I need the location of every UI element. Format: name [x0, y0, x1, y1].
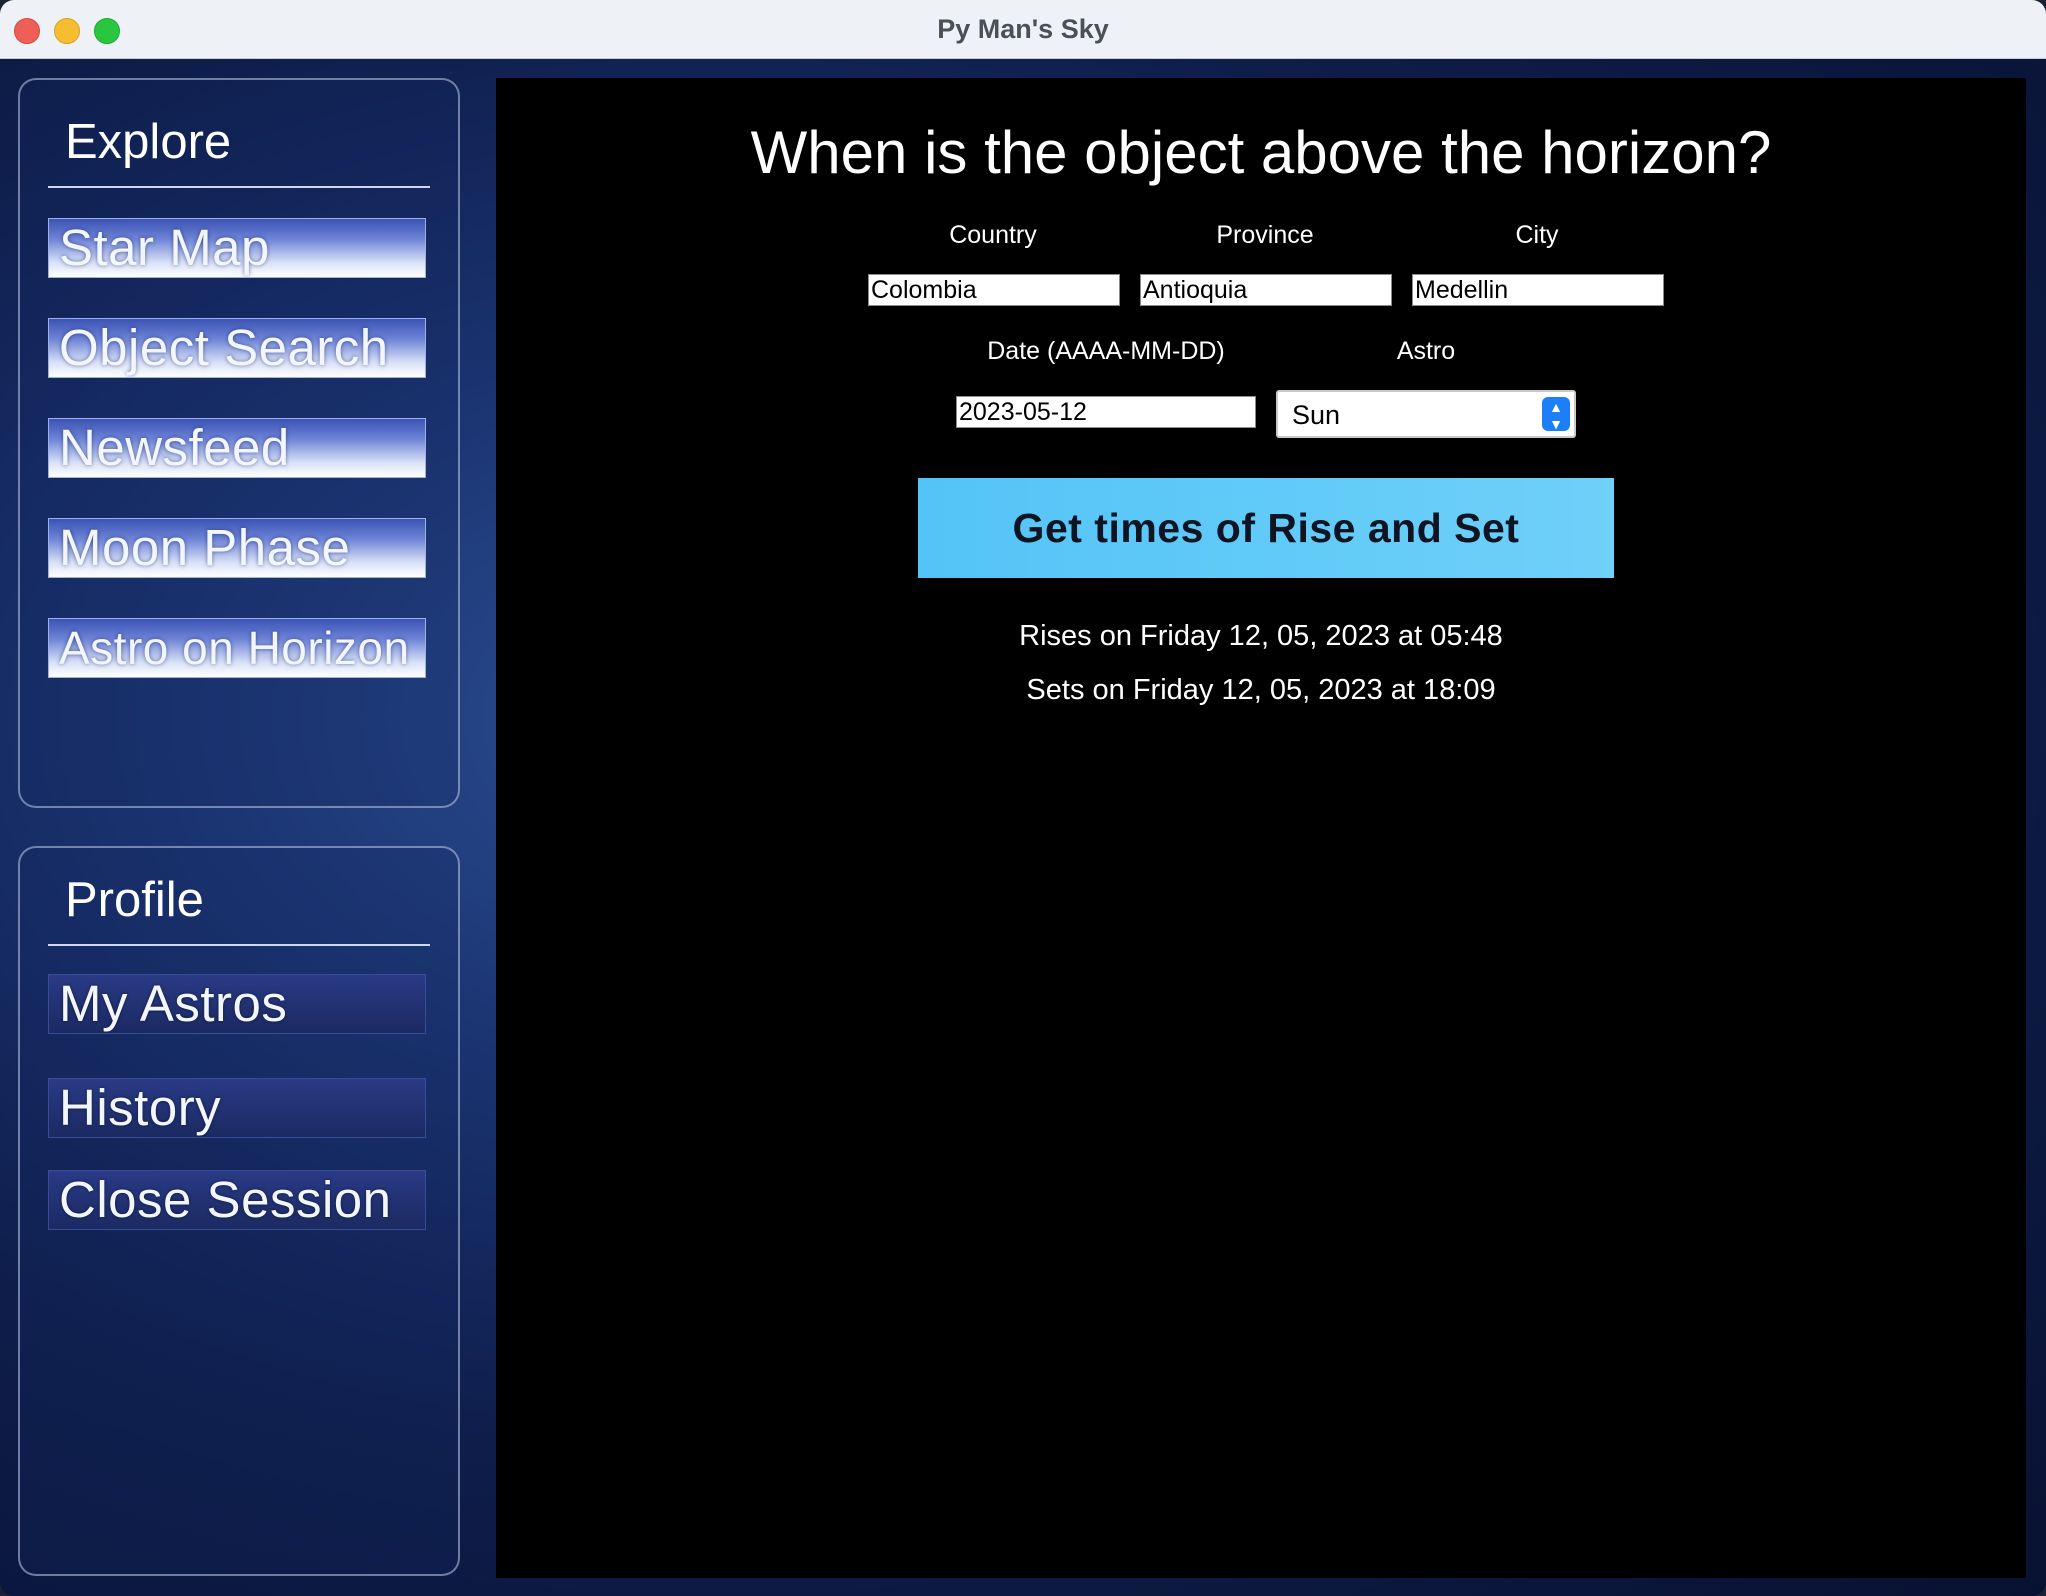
chevron-up-down-icon: ▲ ▼ [1542, 397, 1570, 431]
country-label: Country [949, 221, 1037, 249]
date-label: Date (AAAA-MM-DD) [987, 337, 1225, 365]
profile-divider [48, 944, 430, 946]
date-input[interactable] [956, 396, 1256, 428]
city-input[interactable] [1412, 274, 1664, 306]
main-content: When is the object above the horizon? Co… [496, 78, 2026, 1578]
astro-select-value: Sun [1292, 400, 1341, 430]
province-input[interactable] [1140, 274, 1392, 306]
app-window: Py Man's Sky Explore Star Map Object Sea… [0, 0, 2046, 1596]
nav-newsfeed-button[interactable]: Newsfeed [48, 418, 426, 478]
nav-history-button[interactable]: History [48, 1078, 426, 1138]
explore-divider [48, 186, 430, 188]
get-rise-set-times-button[interactable]: Get times of Rise and Set [918, 478, 1614, 578]
profile-panel: Profile My Astros History Close Session [18, 846, 460, 1576]
page-title: When is the object above the horizon? [750, 119, 1772, 186]
nav-object-search-button[interactable]: Object Search [48, 318, 426, 378]
explore-heading: Explore [65, 115, 232, 169]
astro-label: Astro [1396, 337, 1456, 365]
profile-heading: Profile [65, 873, 204, 927]
rise-time-text: Rises on Friday 12, 05, 2023 at 05:48 [1019, 620, 1503, 652]
nav-astro-on-horizon-button[interactable]: Astro on Horizon [48, 618, 426, 678]
nav-my-astros-button[interactable]: My Astros [48, 974, 426, 1034]
city-label: City [1515, 221, 1559, 249]
set-time-text: Sets on Friday 12, 05, 2023 at 18:09 [1026, 674, 1496, 706]
explore-panel: Explore Star Map Object Search Newsfeed … [18, 78, 460, 808]
nav-close-session-button[interactable]: Close Session [48, 1170, 426, 1230]
astro-select[interactable]: Sun ▲ ▼ [1276, 390, 1576, 438]
title-bar: Py Man's Sky [0, 0, 2046, 59]
province-label: Province [1216, 221, 1314, 249]
nav-moon-phase-button[interactable]: Moon Phase [48, 518, 426, 578]
nav-star-map-button[interactable]: Star Map [48, 218, 426, 278]
window-title: Py Man's Sky [937, 14, 1109, 44]
country-input[interactable] [868, 274, 1120, 306]
